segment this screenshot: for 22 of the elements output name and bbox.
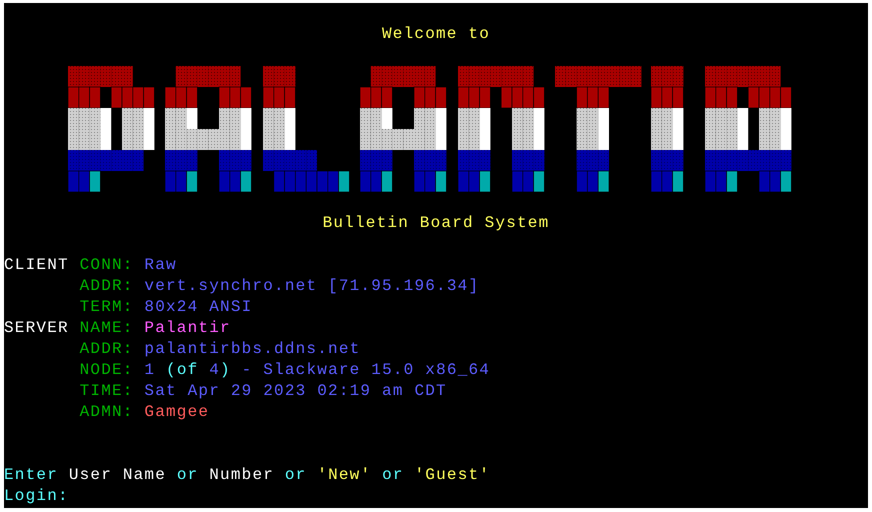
section-label: CLIENT [4,255,70,276]
field-label: TIME: [80,381,134,402]
field-label: ADDR: [80,339,134,360]
login-prompt-text: Enter User Name or Number or 'New' or 'Guest' [4,465,490,486]
field-label: NODE: [80,360,134,381]
subtitle: Bulletin Board System [322,213,550,234]
field-label: NAME: [80,318,134,339]
field-value: palantirbbs.ddns.net [144,339,360,360]
field-label: ADMN: [80,402,134,423]
welcome-text: Welcome to [382,24,490,45]
field-value: Palantir [144,318,231,339]
field-value: Raw [144,255,177,276]
field-label: TERM: [80,297,134,318]
section-label: SERVER [4,318,70,339]
field-value: vert.synchro.net [71.95.196.34] [144,276,480,297]
field-value: 80x24 ANSI [144,297,252,318]
field-label: ADDR: [80,276,134,297]
field-value: 1 (of 4) - Slackware 15.0 x86_64 [144,360,490,381]
field-label: CONN: [80,255,134,276]
field-value: Gamgee [144,402,210,423]
field-value: Sat Apr 29 2023 02:19 am CDT [144,381,447,402]
login-label: Login: [4,486,69,507]
